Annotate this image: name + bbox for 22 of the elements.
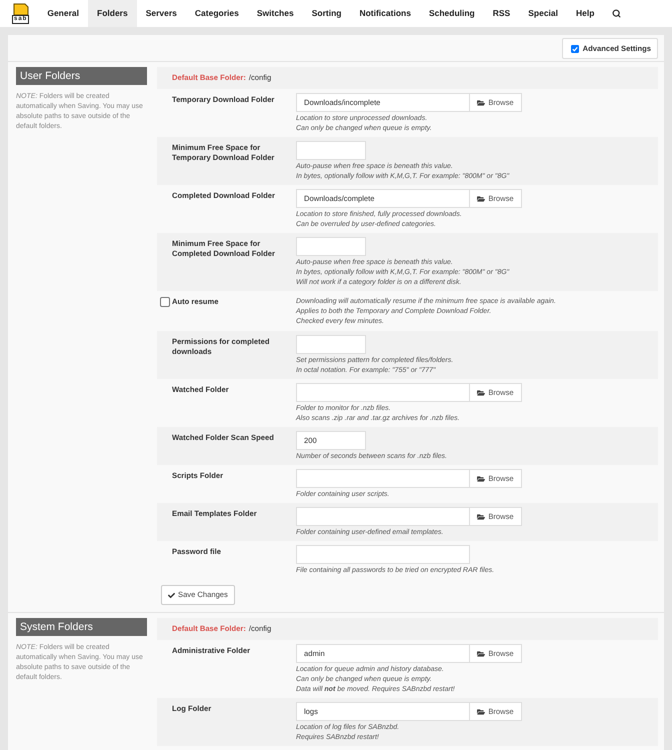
text-field[interactable] <box>296 237 366 256</box>
text-field[interactable] <box>296 469 470 488</box>
check-icon <box>168 592 175 598</box>
folder-icon <box>477 98 486 106</box>
text-field[interactable] <box>296 141 366 160</box>
nav-tab[interactable]: Folders <box>88 0 137 27</box>
folder-icon <box>477 474 486 482</box>
text-field[interactable] <box>296 335 366 354</box>
folder-icon <box>477 650 486 658</box>
section-header: System Folders <box>16 618 147 636</box>
folder-icon <box>477 708 486 716</box>
text-field[interactable] <box>296 507 470 526</box>
text-field[interactable] <box>296 545 470 564</box>
folder-icon <box>477 388 486 396</box>
folder-icon <box>477 194 486 202</box>
folder-icon <box>477 512 486 520</box>
checkbox[interactable] <box>160 297 170 307</box>
logo-icon <box>12 3 29 16</box>
text-field[interactable] <box>296 383 470 402</box>
section-header: User Folders <box>16 67 147 85</box>
checkbox[interactable] <box>570 44 579 52</box>
search-icon[interactable] <box>612 9 622 18</box>
